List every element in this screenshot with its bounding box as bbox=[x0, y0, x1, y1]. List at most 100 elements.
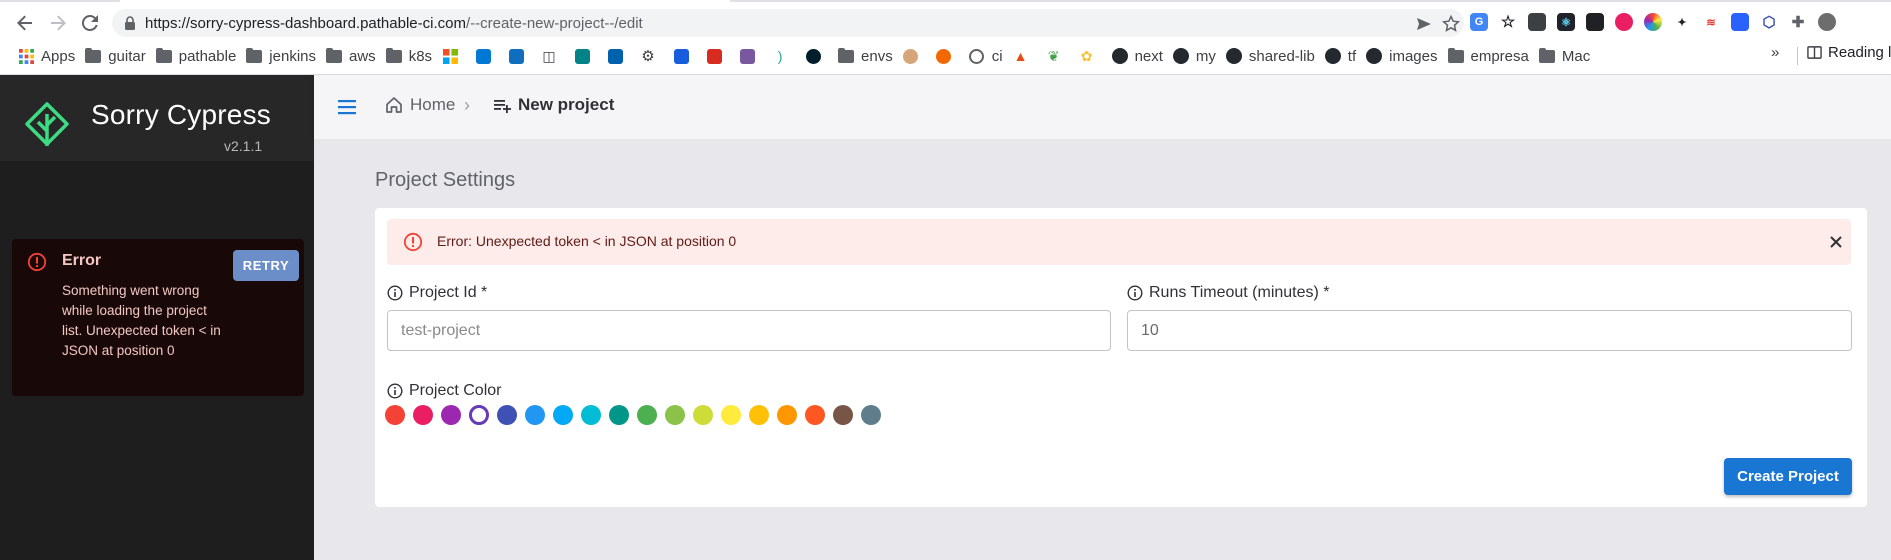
app-version: v2.1.1 bbox=[224, 138, 263, 154]
bookmark-images[interactable]: images bbox=[1366, 45, 1438, 67]
bookmark-grafana[interactable] bbox=[936, 45, 959, 67]
bookmark-empresa[interactable]: empresa bbox=[1447, 45, 1529, 67]
bookmark-label: shared-lib bbox=[1248, 47, 1315, 65]
calendar-icon bbox=[508, 48, 524, 64]
color-swatch[interactable] bbox=[665, 405, 685, 425]
screen-icon[interactable] bbox=[1586, 13, 1604, 31]
lock-icon bbox=[125, 16, 135, 30]
color-swatch[interactable] bbox=[553, 405, 573, 425]
send-tab-icon[interactable] bbox=[1415, 15, 1433, 33]
back-button[interactable] bbox=[12, 10, 38, 36]
bookmark-my[interactable]: my bbox=[1172, 45, 1216, 67]
bookmark-pinwheel[interactable]: ✿ bbox=[1079, 45, 1102, 67]
reload-button[interactable] bbox=[77, 10, 103, 36]
breadcrumb-home[interactable]: Home bbox=[384, 95, 455, 115]
bookmark-guitar[interactable]: guitar bbox=[85, 45, 146, 67]
color-swatch[interactable] bbox=[861, 405, 881, 425]
folder-icon bbox=[326, 47, 342, 64]
color-swatch[interactable] bbox=[637, 405, 657, 425]
globe-icon bbox=[969, 48, 985, 64]
bookmark-signal[interactable]: ) bbox=[772, 45, 795, 67]
bookmark-envs[interactable]: envs bbox=[838, 45, 893, 67]
color-swatch[interactable] bbox=[777, 405, 797, 425]
folder-icon bbox=[1538, 47, 1555, 64]
bookmark-person[interactable] bbox=[903, 45, 926, 67]
color-swatch[interactable] bbox=[497, 405, 517, 425]
bookmark-office[interactable] bbox=[442, 45, 465, 67]
reading-list-button[interactable]: Reading l bbox=[1806, 44, 1891, 61]
color-wheel-icon[interactable] bbox=[1644, 13, 1662, 31]
react-devtools-icon[interactable]: ⚛ bbox=[1557, 13, 1575, 31]
cube-icon[interactable] bbox=[1528, 13, 1546, 31]
color-swatch[interactable] bbox=[805, 405, 825, 425]
link-icon[interactable] bbox=[1731, 13, 1749, 31]
color-swatch[interactable] bbox=[441, 405, 461, 425]
bookmark-heroku[interactable] bbox=[739, 45, 762, 67]
bookmark-next[interactable]: next bbox=[1111, 45, 1163, 67]
color-swatch[interactable] bbox=[833, 405, 853, 425]
bookmark-bitwarden[interactable] bbox=[673, 45, 696, 67]
address-url: https://sorry-cypress-dashboard.pathable… bbox=[145, 15, 643, 32]
address-bar[interactable]: https://sorry-cypress-dashboard.pathable… bbox=[112, 9, 1464, 37]
bookmark-apps[interactable]: Apps bbox=[18, 45, 75, 67]
bookmark-aws[interactable]: aws bbox=[326, 45, 376, 67]
color-swatch[interactable] bbox=[609, 405, 629, 425]
star-outline-icon[interactable]: ☆ bbox=[1499, 13, 1517, 31]
avatar[interactable] bbox=[1818, 13, 1836, 31]
app-bar: Home › New project bbox=[314, 75, 1891, 139]
color-swatch[interactable] bbox=[749, 405, 769, 425]
breadcrumb-home-label: Home bbox=[410, 95, 456, 114]
bookmark-outlook[interactable] bbox=[475, 45, 498, 67]
bookmark-mongodb[interactable] bbox=[805, 45, 828, 67]
runs-timeout-input[interactable] bbox=[1127, 310, 1852, 351]
turtle-icon[interactable]: ✦ bbox=[1673, 13, 1691, 31]
color-swatch[interactable] bbox=[469, 405, 489, 425]
bookmark-label: empresa bbox=[1470, 47, 1529, 65]
bookmark-tool[interactable]: ⚙ bbox=[640, 45, 663, 67]
lines-icon[interactable]: ≋ bbox=[1702, 13, 1720, 31]
color-swatch[interactable] bbox=[385, 405, 405, 425]
bookmark-leaf[interactable]: ❦ bbox=[1046, 45, 1069, 67]
bookmark-redis[interactable] bbox=[706, 45, 729, 67]
star-icon[interactable] bbox=[1442, 15, 1460, 33]
bookmark-k8s[interactable]: k8s bbox=[385, 45, 432, 67]
color-swatch[interactable] bbox=[721, 405, 741, 425]
bookmark-reader[interactable]: ◫ bbox=[541, 45, 564, 67]
bookmark-calendar[interactable] bbox=[508, 45, 531, 67]
bookmark-pathable[interactable]: pathable bbox=[155, 45, 236, 67]
url-host: https://sorry-cypress-dashboard.pathable… bbox=[145, 14, 466, 32]
project-id-label: Project Id * bbox=[387, 284, 487, 302]
bookmark-tf[interactable]: tf bbox=[1324, 45, 1356, 67]
browser-chrome: https://sorry-cypress-dashboard.pathable… bbox=[0, 0, 1891, 75]
arrow-right-icon bbox=[51, 15, 66, 31]
bookmark-shared-lib[interactable]: shared-lib bbox=[1225, 45, 1315, 67]
retry-button[interactable]: RETRY bbox=[233, 250, 299, 281]
color-swatch[interactable] bbox=[693, 405, 713, 425]
bookmark-flame[interactable]: ▲ bbox=[1013, 45, 1036, 67]
project-id-input[interactable] bbox=[387, 310, 1111, 351]
bookmark-azure[interactable] bbox=[607, 45, 630, 67]
translate-icon[interactable]: G bbox=[1470, 13, 1488, 31]
info-icon bbox=[387, 285, 403, 301]
menu-icon[interactable] bbox=[336, 97, 358, 117]
bookmark-ci[interactable]: ci bbox=[969, 45, 1003, 67]
github-icon bbox=[1324, 48, 1341, 64]
color-swatch[interactable] bbox=[525, 405, 545, 425]
color-swatch[interactable] bbox=[413, 405, 433, 425]
forward-button[interactable] bbox=[45, 10, 71, 36]
bookmark-jenkins[interactable]: jenkins bbox=[246, 45, 316, 67]
bookmark-mac[interactable]: Mac bbox=[1538, 45, 1590, 67]
flame-icon: ▲ bbox=[1013, 48, 1028, 64]
hexagon-icon[interactable]: ⬡ bbox=[1760, 13, 1778, 31]
folder-icon bbox=[155, 47, 172, 64]
camera-icon[interactable] bbox=[1615, 13, 1633, 31]
runs-timeout-label: Runs Timeout (minutes) * bbox=[1127, 284, 1330, 302]
close-icon[interactable] bbox=[1827, 233, 1845, 251]
github-icon bbox=[1172, 48, 1189, 64]
bookmarks-overflow-button[interactable]: » bbox=[1771, 44, 1779, 61]
color-swatch[interactable] bbox=[581, 405, 601, 425]
puzzle-icon[interactable]: ✚ bbox=[1789, 13, 1807, 31]
office-icon bbox=[442, 48, 458, 64]
bookmark-sharepoint[interactable] bbox=[574, 45, 597, 67]
create-project-button[interactable]: Create Project bbox=[1724, 458, 1852, 495]
